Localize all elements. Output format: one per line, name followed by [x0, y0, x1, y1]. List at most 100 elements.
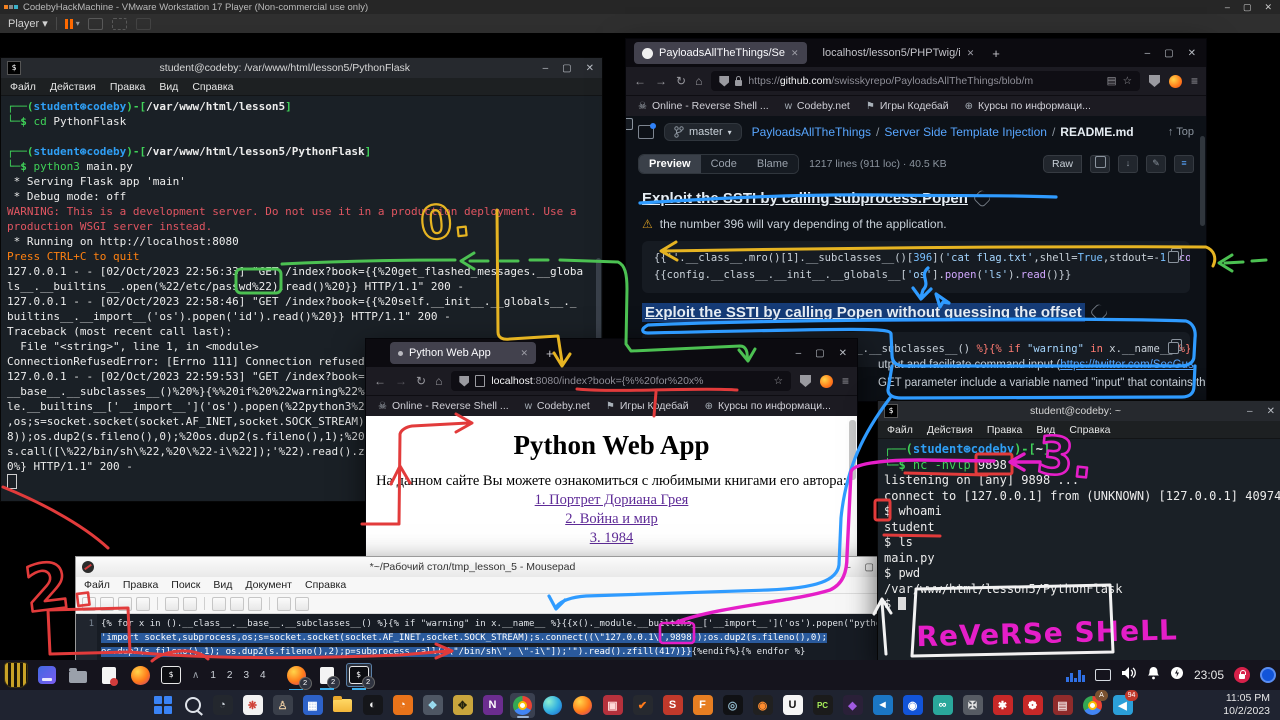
- mousepad-titlebar[interactable]: *~/Рабочий стол/tmp_lesson_5 - Mousepad …: [76, 557, 882, 577]
- close-button[interactable]: ✕: [1188, 48, 1196, 59]
- vmware-icon[interactable]: ❖: [420, 693, 445, 718]
- start-button[interactable]: [150, 693, 175, 718]
- toolbar-icon[interactable]: [165, 597, 179, 611]
- branch-selector[interactable]: master ▾: [664, 123, 742, 141]
- toolbar-icon[interactable]: [118, 597, 132, 611]
- maximize-button[interactable]: ▢: [562, 63, 571, 74]
- minimize-button[interactable]: –: [1247, 406, 1253, 417]
- player-menu[interactable]: Player ▾: [8, 17, 48, 30]
- menu-item-Правка[interactable]: Правка: [110, 81, 145, 93]
- close-button[interactable]: ✕: [586, 63, 594, 74]
- bookmark-Codeby.net[interactable]: wCodeby.net: [525, 400, 590, 412]
- firefox-windows[interactable]: 2: [285, 664, 308, 687]
- raw-button[interactable]: Raw: [1043, 155, 1082, 173]
- maximize-button[interactable]: ▢: [815, 348, 824, 359]
- tab-payloadsallthethings[interactable]: PayloadsAllTheThings/Se ✕: [634, 42, 807, 64]
- menu-item-Файл[interactable]: Файл: [84, 579, 110, 591]
- menu-item-Документ[interactable]: Документ: [245, 579, 292, 591]
- menu-hamburger-icon[interactable]: ≡: [1191, 74, 1198, 88]
- menu-item-Справка[interactable]: Справка: [1069, 424, 1110, 436]
- mousepad-windows[interactable]: 2: [318, 665, 336, 686]
- minimize-button[interactable]: –: [796, 348, 802, 359]
- unreal-icon[interactable]: U: [780, 693, 805, 718]
- minimize-button[interactable]: –: [1145, 48, 1151, 59]
- vmware-maximize-button[interactable]: ▢: [1243, 2, 1252, 13]
- new-tab-button[interactable]: +: [992, 46, 1000, 61]
- notification-badge-icon[interactable]: [1260, 667, 1276, 683]
- red-gear-icon[interactable]: ✱: [990, 693, 1015, 718]
- book-link-2. Война и мир[interactable]: 2. Война и мир: [366, 511, 857, 528]
- copy-code-icon[interactable]: [1171, 248, 1182, 260]
- anchor-link-icon[interactable]: [972, 189, 991, 208]
- chrome-profile-icon[interactable]: A: [1080, 693, 1105, 718]
- tab-close-icon[interactable]: ✕: [791, 48, 799, 59]
- lens-app-icon[interactable]: ◎: [720, 693, 745, 718]
- scrollbar[interactable]: [849, 420, 856, 480]
- bookmark-Курсы по информаци...[interactable]: ⊕Курсы по информаци...: [705, 400, 831, 412]
- menu-item-Файл[interactable]: Файл: [887, 424, 913, 436]
- assistant-app-icon[interactable]: ♙: [270, 693, 295, 718]
- toolbar-icon[interactable]: [230, 597, 244, 611]
- menu-item-Вид[interactable]: Вид: [159, 81, 178, 93]
- system-clock[interactable]: 11:05 PM 10/2/2023: [1223, 692, 1270, 718]
- outline-icon[interactable]: ≡: [1174, 155, 1194, 173]
- toolbar-icon[interactable]: [100, 597, 114, 611]
- menu-hamburger-icon[interactable]: ≡: [842, 374, 849, 388]
- toolbox-app-icon[interactable]: ▤: [1050, 693, 1075, 718]
- red-gear2-icon[interactable]: ❁: [1020, 693, 1045, 718]
- mousepad-icon[interactable]: [97, 662, 121, 688]
- screen-lock-icon[interactable]: [1234, 667, 1250, 683]
- reload-button[interactable]: ↻: [416, 374, 426, 388]
- url-bar[interactable]: https://github.com/swisskyrepo/PayloadsA…: [711, 71, 1140, 91]
- telegram-icon[interactable]: ◀94: [1110, 693, 1135, 718]
- color-wheel-app-icon[interactable]: ❋: [240, 693, 265, 718]
- file-manager-icon[interactable]: [66, 662, 90, 688]
- vmware-minimize-button[interactable]: –: [1225, 2, 1230, 12]
- tab-close-icon[interactable]: ✕: [520, 348, 528, 359]
- power-manager-icon[interactable]: [1170, 666, 1184, 685]
- reload-button[interactable]: ↻: [676, 74, 686, 88]
- wolf-app-icon[interactable]: ✠: [960, 693, 985, 718]
- copy-file-icon[interactable]: [1090, 155, 1110, 173]
- bookmark-Игры Кодебай[interactable]: ⚑Игры Кодебай: [606, 400, 689, 412]
- pocket-icon[interactable]: [1149, 75, 1160, 87]
- send-ctrl-alt-del-icon[interactable]: [88, 18, 103, 30]
- menu-item-Правка[interactable]: Правка: [987, 424, 1022, 436]
- view-tab-Code[interactable]: Code: [701, 155, 747, 173]
- workspace-1[interactable]: 1: [210, 670, 216, 681]
- view-tab-Preview[interactable]: Preview: [639, 155, 701, 173]
- toolbar-icon[interactable]: [295, 597, 309, 611]
- visual-studio-icon[interactable]: ◆: [840, 693, 865, 718]
- pause-dropdown[interactable]: ▾: [76, 19, 80, 28]
- s-app-icon[interactable]: S: [660, 693, 685, 718]
- fullscreen-icon[interactable]: [112, 18, 127, 30]
- menu-item-Действия[interactable]: Действия: [927, 424, 973, 436]
- workspace-4[interactable]: 4: [260, 670, 266, 681]
- tab-close-icon[interactable]: ✕: [967, 48, 975, 59]
- book-link-3. 1984[interactable]: 3. 1984: [366, 530, 857, 547]
- app-grid-icon[interactable]: [35, 662, 59, 688]
- back-to-top-link[interactable]: ↑ Top: [1168, 126, 1194, 138]
- pycharm-icon[interactable]: PC: [810, 693, 835, 718]
- arrows-app-icon[interactable]: ✥: [450, 693, 475, 718]
- mousepad-editor[interactable]: 1 {% for x in ().__class__.__base__.__su…: [76, 614, 882, 661]
- home-button[interactable]: ⌂: [435, 374, 442, 388]
- bookmark-Курсы по информаци...[interactable]: ⊕Курсы по информаци...: [965, 100, 1091, 112]
- terminal2-titlebar[interactable]: $ student@codeby: ~ – ✕: [878, 401, 1280, 421]
- editor-text[interactable]: {% for x in ().__class__.__base__.__subc…: [97, 614, 882, 661]
- toolbar-icon[interactable]: [136, 597, 150, 611]
- edit-pencil-icon[interactable]: ✎: [1146, 155, 1166, 173]
- search-icon[interactable]: [180, 693, 205, 718]
- toolbar-icon[interactable]: [183, 597, 197, 611]
- anchor-link-icon[interactable]: [1089, 303, 1108, 322]
- bookmark-Игры Кодебай[interactable]: ⚑Игры Кодебай: [866, 100, 949, 112]
- toolbar-icon[interactable]: [82, 597, 96, 611]
- edge-icon[interactable]: [540, 693, 565, 718]
- file-explorer-icon[interactable]: [330, 693, 355, 718]
- terminal-icon[interactable]: $: [159, 662, 183, 688]
- menu-item-Вид[interactable]: Вид: [213, 579, 232, 591]
- firefox-icon[interactable]: [128, 662, 152, 688]
- notifications-bell-icon[interactable]: [1147, 666, 1160, 685]
- book-link-1. Портрет Дориана Грея[interactable]: 1. Портрет Дориана Грея: [366, 492, 857, 509]
- terminal-windows[interactable]: $2: [346, 663, 372, 687]
